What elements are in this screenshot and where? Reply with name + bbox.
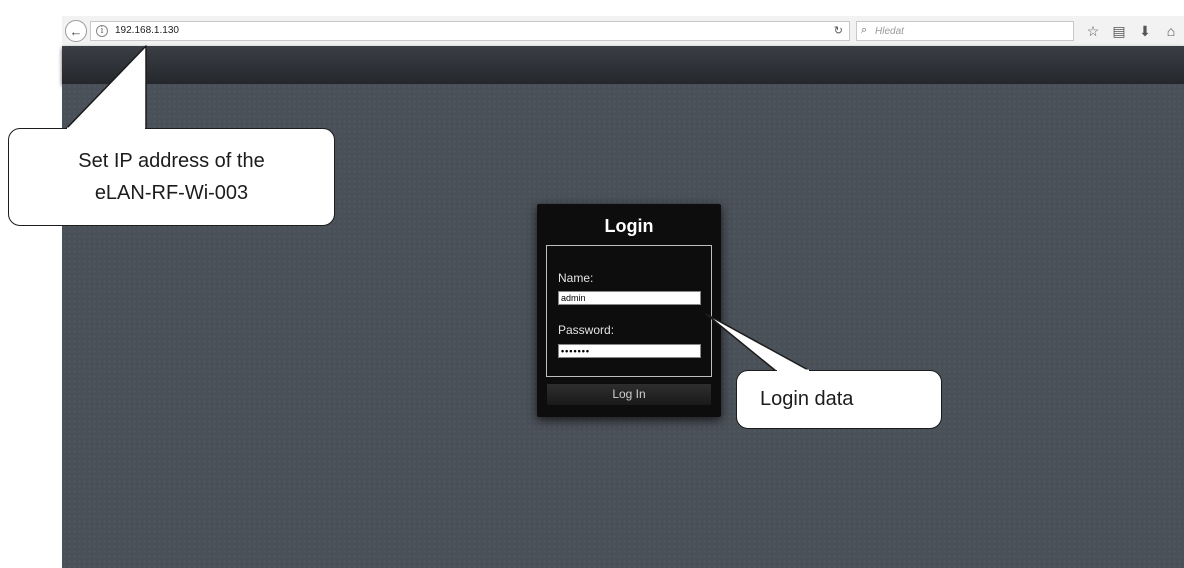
callout-pointer-joins <box>67 127 809 373</box>
